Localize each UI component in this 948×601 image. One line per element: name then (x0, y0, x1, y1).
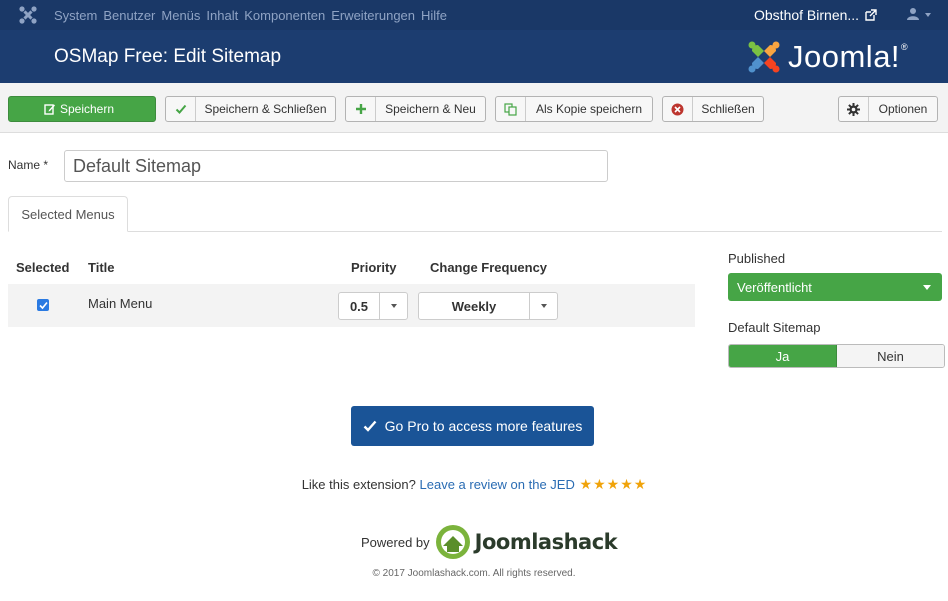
joomla-brand: Joomla! ® (746, 38, 908, 76)
copy-icon (504, 102, 517, 116)
tab-selected-menus[interactable]: Selected Menus (8, 196, 128, 232)
column-header-priority: Priority (351, 260, 397, 275)
joomlashack-wordmark: Joomlashack (474, 530, 618, 554)
site-link[interactable]: Obsthof Birnen... (754, 0, 877, 30)
site-name: Obsthof Birnen... (754, 7, 860, 23)
rating-stars: ★★★★★ (579, 476, 647, 492)
options-label: Optionen (878, 102, 928, 116)
edit-icon (44, 104, 55, 115)
save-close-button[interactable]: Speichern & Schließen (165, 96, 336, 122)
tabs-divider (8, 231, 942, 232)
selected-checkbox[interactable] (37, 299, 49, 311)
menu-content[interactable]: Inhalt (206, 8, 238, 23)
frequency-select[interactable]: Weekly (418, 292, 558, 320)
page-header: OSMap Free: Edit Sitemap Joomla! ® (0, 30, 948, 83)
save-copy-button[interactable]: Als Kopie speichern (495, 96, 653, 122)
toolbar: Speichern Speichern & Schließen Speicher… (0, 83, 948, 133)
joomla-logo-icon[interactable] (18, 5, 38, 25)
admin-navbar: System Benutzer Menüs Inhalt Komponenten… (0, 0, 948, 30)
priority-select[interactable]: 0.5 (338, 292, 408, 320)
plus-icon (355, 104, 366, 114)
default-no-option[interactable]: Nein (837, 345, 944, 367)
default-sitemap-label: Default Sitemap (728, 320, 821, 335)
column-header-selected: Selected (16, 260, 70, 275)
cancel-circle-icon (671, 103, 684, 115)
column-header-change-frequency: Change Frequency (430, 260, 548, 275)
powered-by: Powered by Joomlashack (361, 522, 618, 562)
copyright: © 2017 Joomlashack.com. All rights reser… (372, 568, 576, 579)
published-label: Published (728, 251, 786, 266)
name-input[interactable]: Default Sitemap (64, 150, 608, 182)
menu-system[interactable]: System (54, 8, 97, 23)
published-select[interactable]: Veröffentlicht (728, 273, 942, 301)
registered-mark: ® (901, 42, 908, 52)
joomlashack-logo-icon[interactable] (435, 524, 471, 560)
published-value: Veröffentlicht (737, 279, 812, 295)
row-title: Main Menu (88, 296, 153, 311)
checkmark-icon (38, 301, 48, 309)
chevron-down-icon (923, 285, 931, 290)
save-button[interactable]: Speichern (8, 96, 156, 122)
go-pro-button[interactable]: Go Pro to access more features (351, 406, 594, 446)
chevron-down-icon (379, 293, 407, 319)
powered-by-label: Powered by (361, 534, 430, 550)
check-icon (363, 420, 377, 432)
review-link[interactable]: Leave a review on the JED (420, 477, 575, 492)
star-icon: ★ (579, 476, 593, 492)
star-icon: ★ (633, 476, 647, 492)
priority-value: 0.5 (349, 298, 369, 314)
options-button[interactable]: Optionen (838, 96, 938, 122)
default-yes-option[interactable]: Ja (729, 345, 837, 367)
review-line: Like this extension? Leave a review on t… (0, 476, 948, 493)
close-button[interactable]: Schließen (662, 96, 764, 122)
joomla-wordmark: Joomla! (788, 39, 901, 74)
user-icon[interactable] (906, 7, 920, 21)
menu-extensions[interactable]: Erweiterungen (331, 8, 415, 23)
star-icon: ★ (620, 476, 633, 492)
go-pro-label: Go Pro to access more features (384, 418, 583, 434)
save-copy-label: Als Kopie speichern (535, 102, 643, 116)
page-title: OSMap Free: Edit Sitemap (54, 45, 282, 67)
default-sitemap-toggle: Ja Nein (728, 344, 945, 368)
save-new-button[interactable]: Speichern & Neu (345, 96, 486, 122)
review-prefix: Like this extension? (301, 477, 416, 492)
star-icon: ★ (593, 476, 606, 492)
external-link-icon (865, 9, 877, 21)
save-button-label: Speichern (59, 102, 115, 116)
admin-menu: System Benutzer Menüs Inhalt Komponenten… (54, 0, 453, 30)
menu-users[interactable]: Benutzer (103, 8, 155, 23)
column-header-title: Title (88, 260, 115, 275)
name-label: Name * (8, 158, 49, 172)
save-new-label: Speichern & Neu (385, 102, 476, 116)
chevron-down-icon (529, 293, 557, 319)
menu-help[interactable]: Hilfe (421, 8, 447, 23)
menu-components[interactable]: Komponenten (244, 8, 325, 23)
close-label: Schließen (701, 102, 755, 116)
user-menu-caret-icon[interactable] (925, 13, 931, 17)
gear-icon (847, 102, 860, 116)
frequency-value: Weekly (451, 298, 497, 314)
save-close-label: Speichern & Schließen (204, 102, 327, 116)
menu-menus[interactable]: Menüs (161, 8, 200, 23)
joomla-brand-logo-icon (748, 41, 780, 73)
check-icon (175, 104, 186, 114)
star-icon: ★ (606, 476, 620, 492)
